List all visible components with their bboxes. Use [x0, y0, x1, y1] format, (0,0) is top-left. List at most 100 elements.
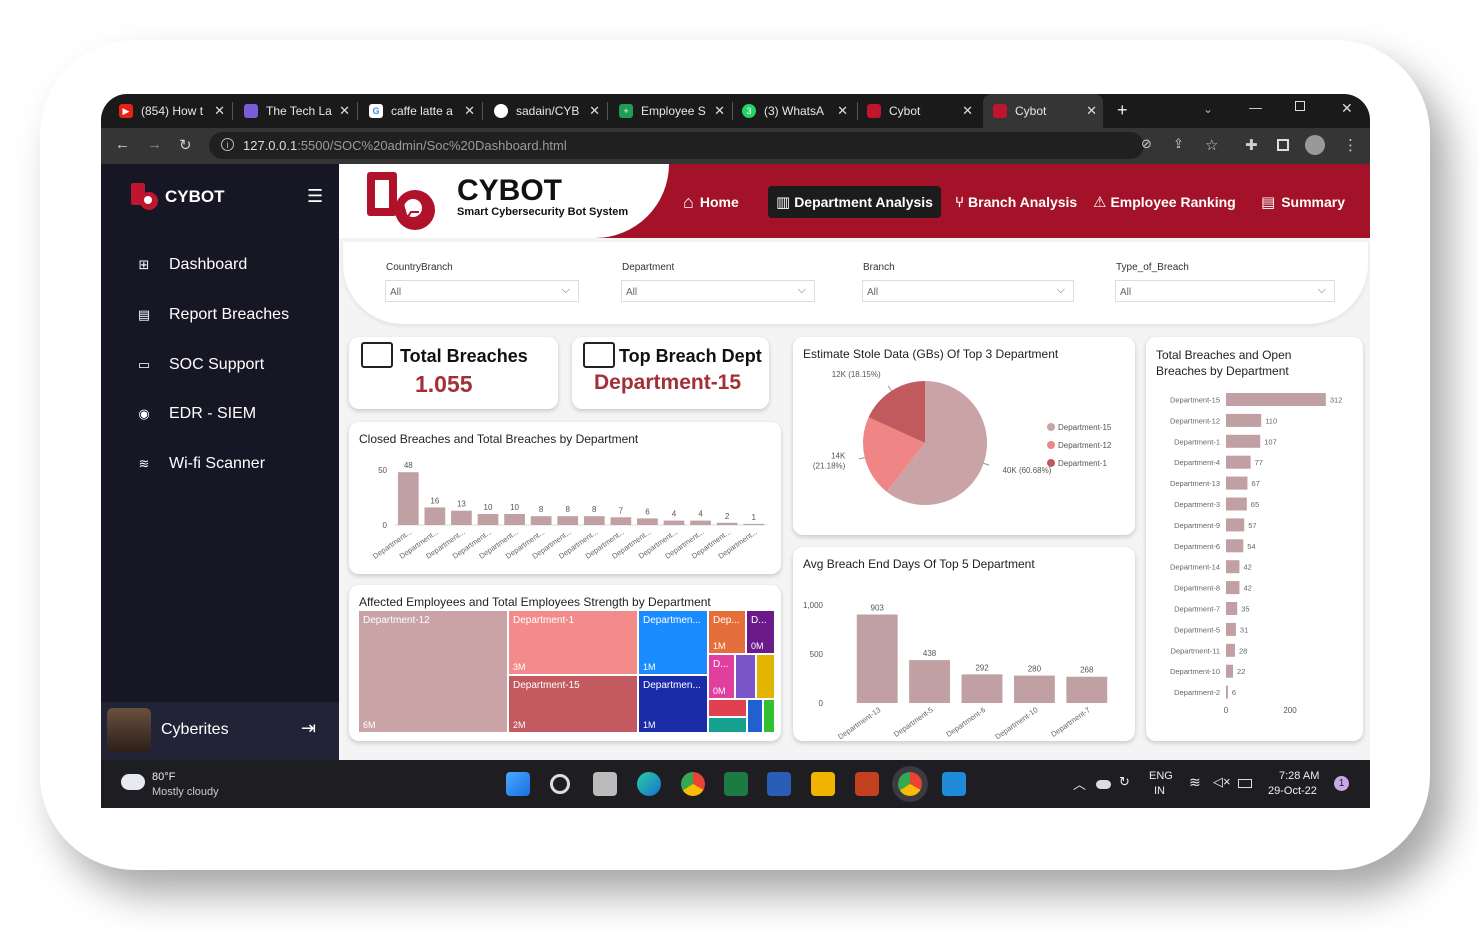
windows-start-icon[interactable] — [506, 772, 530, 796]
browser-tab[interactable]: The Tech La ✕ — [244, 94, 356, 128]
data-label: (21.18%) — [813, 461, 846, 470]
sidebar-item-report-breaches[interactable]: ▤ Report Breaches — [137, 306, 289, 324]
treemap-cell[interactable] — [748, 700, 762, 732]
close-icon[interactable]: ✕ — [1086, 103, 1097, 119]
close-icon[interactable]: ✕ — [714, 103, 725, 119]
logout-icon[interactable]: ⇥ — [301, 718, 316, 739]
share-icon[interactable]: ⇪ — [1173, 136, 1184, 152]
nav-branch-analysis[interactable]: ⑂ Branch Analysis — [955, 186, 1077, 218]
vscode-icon[interactable] — [942, 772, 966, 796]
close-icon[interactable]: ✕ — [962, 103, 973, 119]
chrome-active-icon[interactable] — [898, 772, 922, 796]
sheets-icon: + — [619, 104, 633, 118]
excel-icon[interactable] — [724, 772, 748, 796]
minimize-icon[interactable]: — — [1249, 100, 1262, 115]
bar — [557, 516, 579, 525]
file-explorer-icon[interactable] — [811, 772, 835, 796]
sidebar-item-soc-support[interactable]: ▭ SOC Support — [137, 356, 264, 374]
department-select[interactable]: All ⌵ — [621, 280, 815, 302]
country-branch-select[interactable]: All ⌵ — [385, 280, 579, 302]
close-icon[interactable]: ✕ — [214, 103, 225, 119]
chevron-down-icon[interactable]: ⌄ — [1203, 102, 1213, 116]
edge-icon[interactable] — [637, 772, 661, 796]
chrome-icon[interactable] — [681, 772, 705, 796]
browser-tab[interactable]: Gcaffe latte a ✕ — [369, 94, 481, 128]
language-code[interactable]: ENG — [1149, 770, 1173, 782]
treemap-cell[interactable] — [757, 655, 774, 698]
bar — [1226, 664, 1234, 678]
cybot-header-logo-icon — [367, 172, 435, 230]
sync-icon[interactable]: ↻ — [1119, 774, 1130, 790]
treemap-cell[interactable]: Department-12 6M — [359, 611, 507, 732]
bar — [1226, 455, 1251, 469]
eye-off-icon[interactable]: ⊘ — [1141, 136, 1152, 152]
nav-department-analysis[interactable]: ▥ Department Analysis — [768, 186, 941, 218]
avatar[interactable] — [107, 708, 151, 752]
y-tick-label: 1,000 — [803, 601, 824, 610]
info-icon[interactable]: i — [221, 138, 234, 151]
word-icon[interactable] — [767, 772, 791, 796]
battery-icon[interactable] — [1238, 779, 1252, 788]
treemap-cell[interactable]: Dep... 1M — [709, 611, 745, 653]
user-bar: Cyberites ⇥ — [101, 702, 339, 760]
treemap-cell[interactable]: D... 0M — [747, 611, 774, 653]
branch-select[interactable]: All ⌵ — [862, 280, 1074, 302]
close-icon[interactable]: ✕ — [464, 103, 475, 119]
powerpoint-icon[interactable] — [855, 772, 879, 796]
treemap-cell[interactable] — [764, 700, 774, 732]
notification-badge[interactable]: 1 — [1334, 776, 1349, 791]
close-icon[interactable]: ✕ — [589, 103, 600, 119]
browser-tab[interactable]: + Employee S ✕ — [619, 94, 731, 128]
browser-tab[interactable]: 3 (3) WhatsA ✕ — [742, 94, 854, 128]
language-region[interactable]: IN — [1154, 785, 1165, 797]
clock-time[interactable]: 7:28 AM — [1279, 770, 1319, 782]
chevron-up-icon[interactable]: ︿ — [1073, 774, 1086, 793]
onedrive-icon[interactable] — [1096, 780, 1111, 789]
data-label: 13 — [457, 500, 466, 509]
treemap-cell[interactable]: Department-1 3M — [509, 611, 637, 674]
treemap-cell[interactable] — [709, 700, 746, 716]
nav-employee-ranking[interactable]: ⚠ Employee Ranking — [1093, 186, 1236, 218]
browser-tab[interactable]: Cybot ✕ — [867, 94, 979, 128]
browser-tab[interactable]: sadain/CYB ✕ — [494, 94, 606, 128]
volume-muted-icon[interactable]: ◁× — [1213, 774, 1231, 790]
search-icon[interactable] — [550, 774, 570, 794]
forward-icon[interactable]: → — [147, 136, 162, 153]
bar — [856, 614, 898, 703]
star-icon[interactable]: ☆ — [1205, 136, 1218, 154]
treemap-cell[interactable]: D... 0M — [709, 655, 734, 698]
back-icon[interactable]: ← — [115, 136, 130, 153]
type-of-breach-select[interactable]: All ⌵ — [1115, 280, 1335, 302]
browser-tab-active[interactable]: Cybot ✕ — [983, 94, 1103, 128]
task-view-icon[interactable] — [593, 772, 617, 796]
profile-avatar[interactable] — [1305, 135, 1325, 155]
sidepanel-icon[interactable] — [1277, 139, 1289, 151]
browser-tab[interactable]: ▶ (854) How t ✕ — [119, 94, 231, 128]
treemap-cell[interactable]: Departmen... 1M — [639, 611, 707, 674]
close-icon[interactable]: ✕ — [837, 103, 848, 119]
url-input[interactable]: i 127.0.0.1:5500/SOC%20admin/Soc%20Dashb… — [209, 132, 1144, 159]
sidebar-item-wifi-scanner[interactable]: ≋ Wi-fi Scanner — [137, 455, 265, 473]
window-close-icon[interactable]: ✕ — [1341, 100, 1353, 117]
extensions-icon[interactable]: ✚ — [1245, 136, 1258, 154]
wifi-icon[interactable]: ≋ — [1189, 774, 1201, 791]
treemap-cell[interactable] — [709, 718, 746, 732]
y-tick-label: 500 — [810, 650, 824, 659]
treemap-cell[interactable]: Department-15 2M — [509, 676, 637, 732]
close-icon[interactable]: ✕ — [339, 103, 350, 119]
clock-date[interactable]: 29-Oct-22 — [1268, 785, 1317, 797]
nav-summary[interactable]: ▤ Summary — [1261, 186, 1345, 218]
treemap-cell[interactable]: Departmen... 1M — [639, 676, 707, 732]
treemap-cell[interactable] — [736, 655, 755, 698]
restore-icon[interactable] — [1295, 101, 1305, 111]
nav-home[interactable]: ⌂ Home — [683, 186, 739, 218]
sidebar-item-dashboard[interactable]: ⊞ Dashboard — [137, 256, 248, 274]
hamburger-menu-icon[interactable]: ☰ — [307, 186, 323, 207]
sidebar-item-edr-siem[interactable]: ◉ EDR - SIEM — [137, 405, 256, 423]
data-label: 67 — [1251, 479, 1259, 488]
y-tick-label: Department-14 — [1170, 563, 1220, 572]
menu-dots-icon[interactable]: ⋮ — [1343, 136, 1358, 154]
data-label: 10 — [510, 503, 519, 512]
reload-icon[interactable]: ↻ — [179, 136, 192, 154]
new-tab-button[interactable]: + — [1117, 100, 1128, 121]
